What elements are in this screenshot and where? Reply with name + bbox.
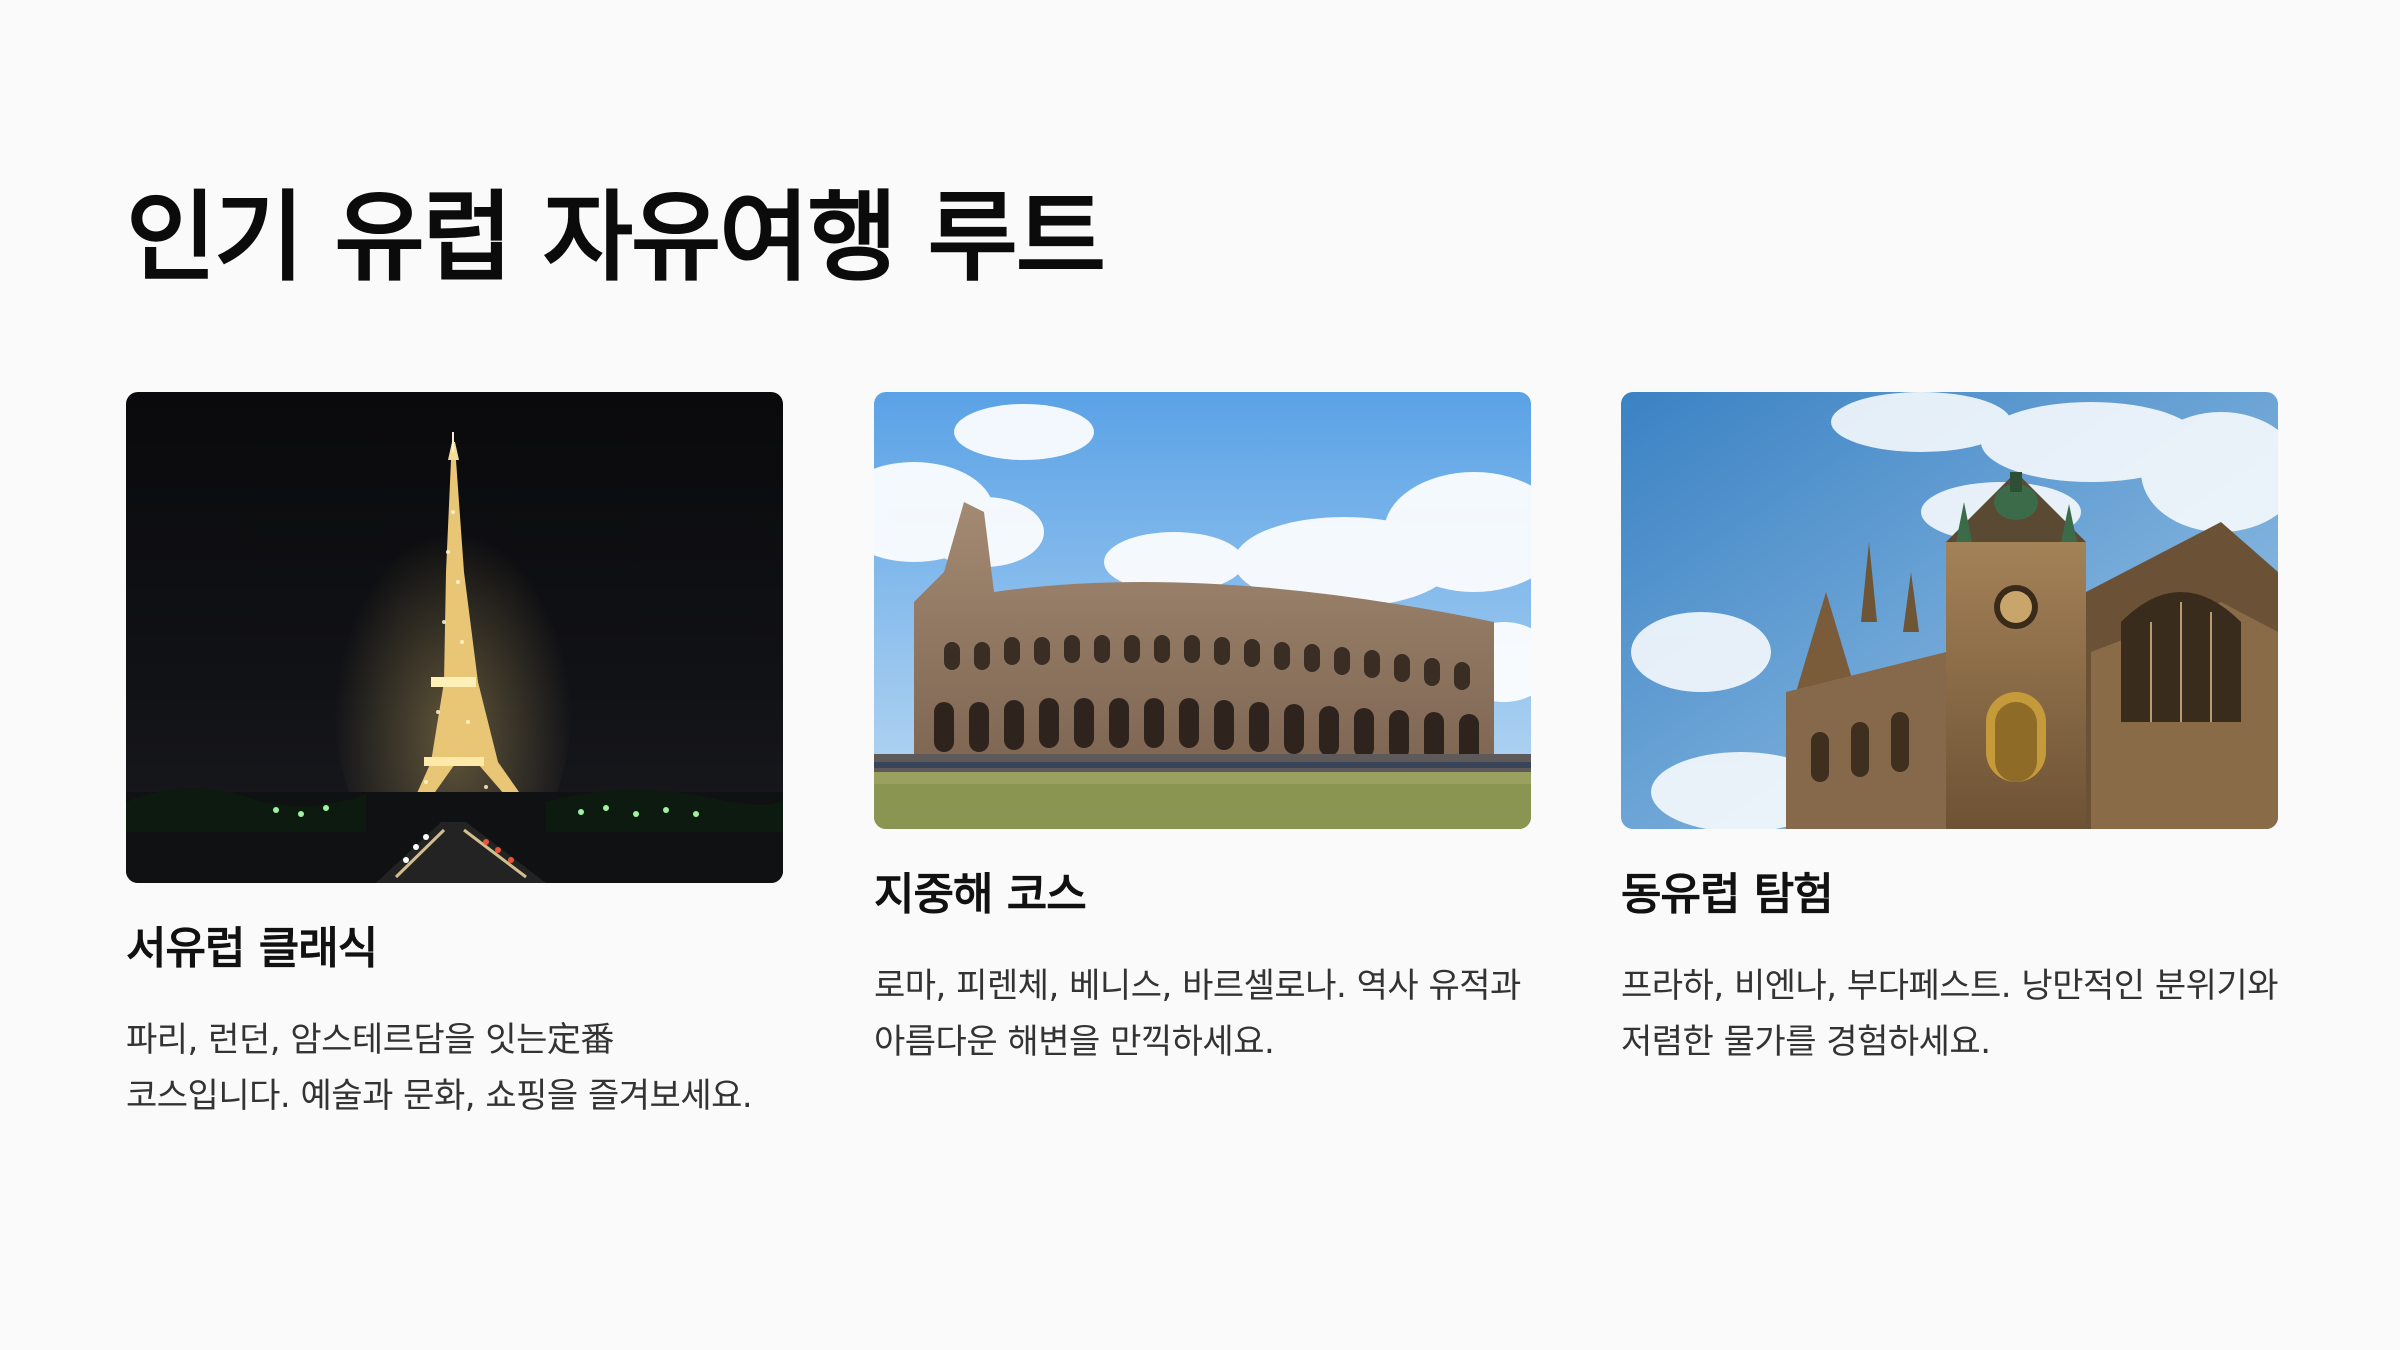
eiffel-tower-image — [126, 392, 783, 883]
card-description: 프라하, 비엔나, 부다페스트. 낭만적인 분위기와 저렴한 물가를 경험하세요… — [1621, 965, 2278, 1062]
route-card-western-europe[interactable]: 서유럽 클래식 파리, 런던, 암스테르담을 잇는定番 코스입니다. 예술과 문… — [126, 392, 783, 1124]
card-description: 파리, 런던, 암스테르담을 잇는定番 코스입니다. 예술과 문화, 쇼핑을 즐… — [126, 1019, 753, 1116]
card-title: 동유럽 탐험 — [1621, 869, 1834, 920]
prague-cathedral-image — [1621, 392, 2278, 829]
page-title: 인기 유럽 자유여행 루트 — [126, 181, 1106, 295]
card-description: 로마, 피렌체, 베니스, 바르셀로나. 역사 유적과 아름다운 해변을 만끽하… — [874, 965, 1521, 1062]
card-title: 지중해 코스 — [874, 869, 1087, 920]
colosseum-image — [874, 392, 1531, 829]
card-title: 서유럽 클래식 — [126, 923, 378, 974]
route-card-mediterranean[interactable]: 지중해 코스 로마, 피렌체, 베니스, 바르셀로나. 역사 유적과 아름다운 … — [874, 392, 1531, 1070]
route-card-eastern-europe[interactable]: 동유럽 탐험 프라하, 비엔나, 부다페스트. 낭만적인 분위기와 저렴한 물가… — [1621, 392, 2278, 1070]
